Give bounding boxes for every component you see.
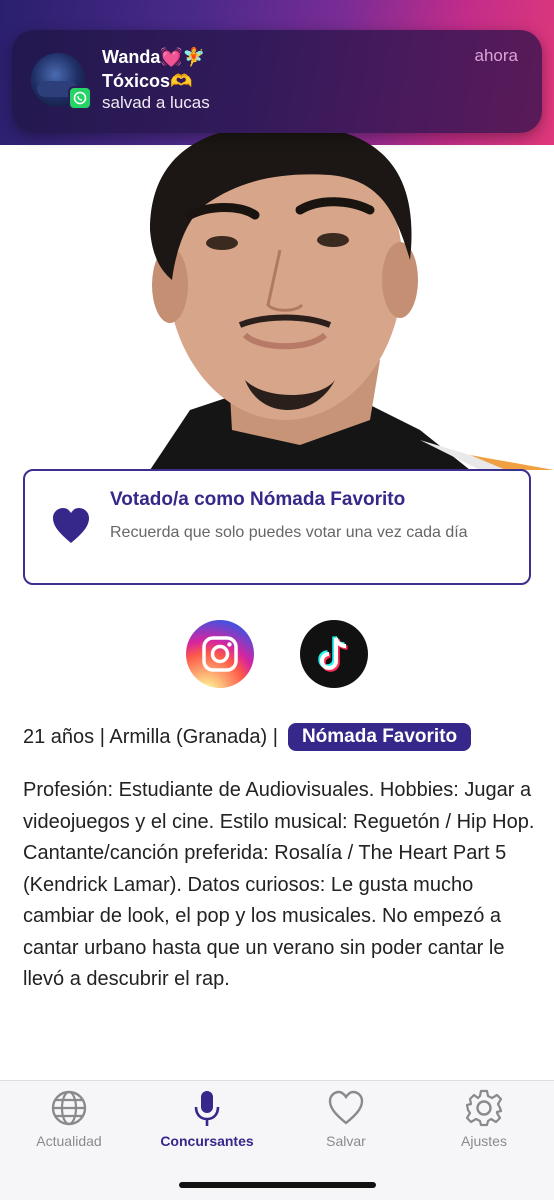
tab-label: Concursantes xyxy=(160,1133,254,1149)
favorite-badge: Nómada Favorito xyxy=(287,723,472,751)
microphone-icon xyxy=(194,1091,220,1126)
tab-salvar[interactable]: Salvar xyxy=(277,1081,415,1161)
instagram-icon xyxy=(202,636,238,672)
profile-info: 21 años | Armilla (Granada) | Nómada Fav… xyxy=(23,722,472,752)
notification-title: Wanda💓🧚 xyxy=(102,47,206,67)
notification-message: salvad a lucas xyxy=(102,93,210,112)
tab-label: Salvar xyxy=(326,1133,366,1149)
voted-title: Votado/a como Nómada Favorito xyxy=(110,489,406,510)
tab-concursantes[interactable]: Concursantes xyxy=(138,1081,276,1161)
heart-icon xyxy=(53,508,89,543)
tiktok-button[interactable] xyxy=(300,620,368,688)
tiktok-icon xyxy=(318,635,348,672)
instagram-button[interactable] xyxy=(186,620,254,688)
voted-subtitle: Recuerda que solo puedes votar una vez c… xyxy=(110,524,468,541)
tab-label: Actualidad xyxy=(36,1133,102,1149)
voted-card: Votado/a como Nómada Favorito Recuerda q… xyxy=(23,469,531,585)
tab-actualidad[interactable]: Actualidad xyxy=(0,1081,138,1161)
tab-label: Ajustes xyxy=(461,1133,507,1149)
heart-icon xyxy=(328,1090,364,1125)
whatsapp-icon xyxy=(68,86,92,110)
gear-icon xyxy=(465,1089,503,1127)
tab-ajustes[interactable]: Ajustes xyxy=(415,1081,553,1161)
notification-subtitle: Tóxicos🫶 xyxy=(102,71,193,91)
globe-icon xyxy=(51,1090,87,1126)
whatsapp-notification[interactable]: Wanda💓🧚 Tóxicos🫶 salvad a lucas ahora xyxy=(12,30,542,133)
home-indicator[interactable] xyxy=(179,1182,376,1188)
age-location: 21 años | Armilla (Granada) | xyxy=(23,725,278,748)
notification-time: ahora xyxy=(474,46,518,65)
contestant-bio: Profesión: Estudiante de Audiovisuales. … xyxy=(23,779,535,990)
